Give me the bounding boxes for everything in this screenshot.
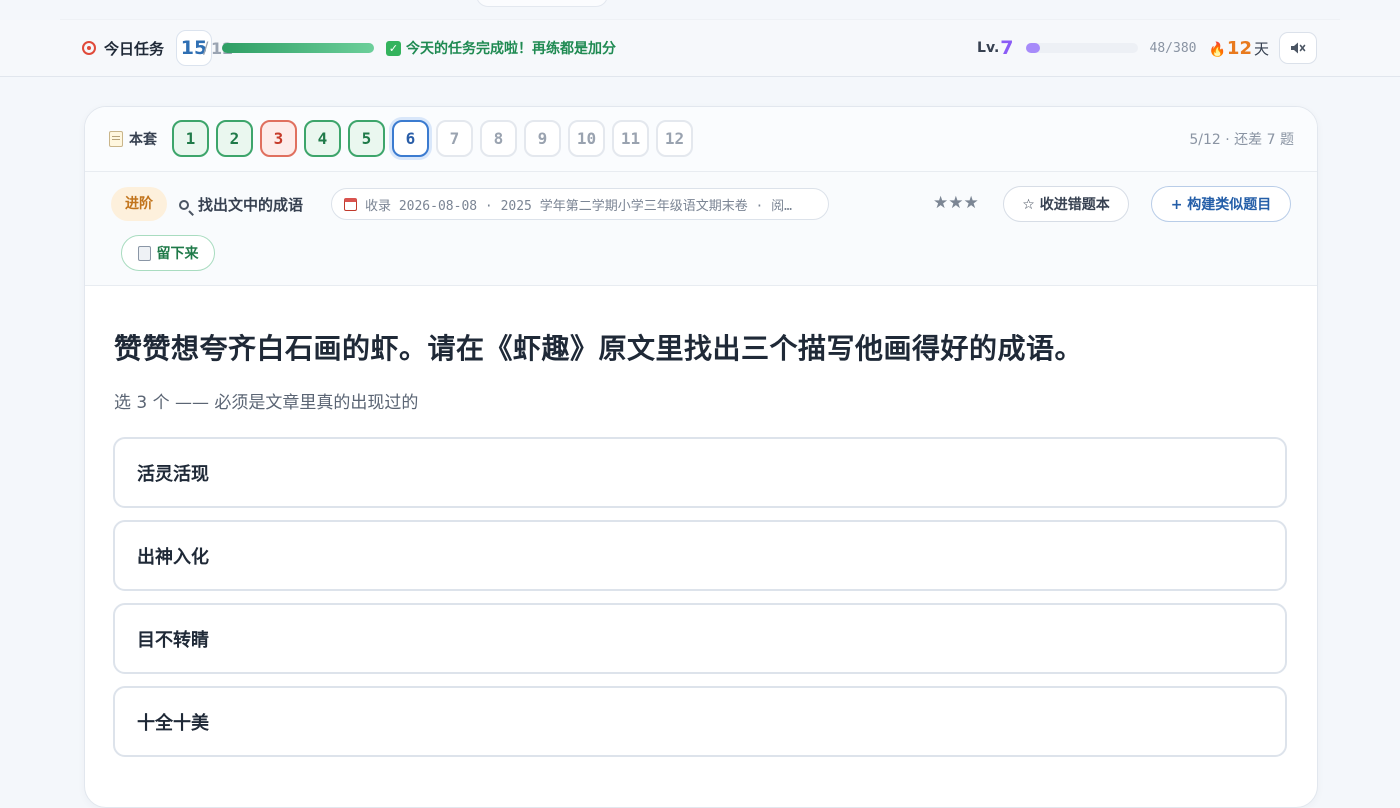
question-number-12[interactable]: 12 bbox=[656, 120, 693, 157]
streak: 🔥 12 天 bbox=[1208, 38, 1269, 59]
keep-button-label: 留下来 bbox=[156, 246, 199, 262]
search-icon bbox=[179, 199, 189, 210]
today-progress-fill bbox=[222, 43, 375, 53]
question-meta: 进阶 找出文中的成语 收录 2026-08-08 · 2025 学年第二学期小学… bbox=[85, 172, 1317, 286]
answer-option[interactable]: 十全十美 bbox=[113, 686, 1287, 757]
question-set-row: 本套 1 2 3 4 5 6 7 8 9 10 11 12 5/12 · 还差 7 题 bbox=[85, 107, 1317, 172]
question-number-10[interactable]: 10 bbox=[568, 120, 605, 157]
question-card: 本套 1 2 3 4 5 6 7 8 9 10 11 12 5/12 · 还差 7 题 进阶 找出文中… bbox=[84, 106, 1318, 808]
task-header: 今日任务 15 / 12 ✓ 今天的任务完成啦！再练都是加分 Lv. 7 48/… bbox=[0, 20, 1400, 77]
level-number: 7 bbox=[1000, 37, 1014, 59]
streak-unit: 天 bbox=[1253, 39, 1269, 58]
xp-progress-fill bbox=[1025, 43, 1040, 53]
question-number-11[interactable]: 11 bbox=[612, 120, 649, 157]
question-text: 赞赞想夸齐白石画的虾。请在《虾趣》原文里找出三个描写他画得好的成语。 bbox=[114, 332, 1084, 365]
question-number-8[interactable]: 8 bbox=[480, 120, 517, 157]
keep-button[interactable]: 留下来 bbox=[121, 235, 215, 271]
source-pill[interactable]: 收录 2026-08-08 · 2025 学年第二学期小学三年级语文期末卷 · … bbox=[331, 188, 829, 220]
xp-progress-bar bbox=[1025, 43, 1138, 53]
answer-options: 活灵活现出神入化目不转睛十全十美 bbox=[113, 437, 1287, 769]
sound-toggle-button[interactable] bbox=[1279, 32, 1317, 64]
speaker-muted-icon bbox=[1291, 42, 1306, 54]
answer-option[interactable]: 出神入化 bbox=[113, 520, 1287, 591]
question-number-7[interactable]: 7 bbox=[436, 120, 473, 157]
difficulty-tag: 进阶 bbox=[111, 187, 167, 221]
difficulty-stars: ★★★ bbox=[933, 193, 979, 213]
daily-task-group: 今日任务 15 / 12 ✓ 今天的任务完成啦！再练都是加分 bbox=[82, 20, 616, 76]
add-to-wrongbook-button[interactable]: ☆ 收进错题本 bbox=[1003, 186, 1129, 222]
answer-option[interactable]: 活灵活现 bbox=[113, 437, 1287, 508]
today-progress-bar bbox=[222, 43, 375, 53]
top-tab-remnant bbox=[476, 0, 608, 7]
memo-icon bbox=[109, 131, 123, 147]
question-number-3[interactable]: 3 bbox=[260, 120, 297, 157]
check-icon: ✓ bbox=[386, 40, 402, 56]
set-label: 本套 bbox=[109, 129, 157, 149]
count-slash: / bbox=[203, 38, 209, 57]
source-text: 收录 2026-08-08 · 2025 学年第二学期小学三年级语文期末卷 · … bbox=[365, 198, 793, 214]
fire-icon: 🔥 bbox=[1208, 41, 1226, 58]
question-number-1[interactable]: 1 bbox=[172, 120, 209, 157]
build-similar-button[interactable]: + 构建类似题目 bbox=[1151, 186, 1291, 222]
question-number-2[interactable]: 2 bbox=[216, 120, 253, 157]
xp-text: 48/380 bbox=[1149, 40, 1197, 56]
calendar-icon bbox=[344, 197, 357, 211]
level-label: Lv. bbox=[977, 40, 1000, 56]
set-label-text: 本套 bbox=[129, 132, 157, 148]
done-message: ✓ 今天的任务完成啦！再练都是加分 bbox=[386, 38, 616, 58]
notepad-icon bbox=[137, 245, 151, 261]
question-number-list: 1 2 3 4 5 6 7 8 9 10 11 12 bbox=[172, 120, 700, 157]
task-count-badge: 15 / 12 bbox=[176, 30, 233, 66]
level-group: Lv. 7 48/380 🔥 12 天 bbox=[977, 20, 1317, 76]
question-number-5[interactable]: 5 bbox=[348, 120, 385, 157]
question-number-9[interactable]: 9 bbox=[524, 120, 561, 157]
question-number-4[interactable]: 4 bbox=[304, 120, 341, 157]
set-progress-text: 5/12 · 还差 7 题 bbox=[1189, 132, 1294, 148]
target-icon bbox=[82, 41, 96, 55]
done-message-text: 今天的任务完成啦！再练都是加分 bbox=[406, 41, 617, 57]
topic-text: 找出文中的成语 bbox=[198, 196, 304, 214]
question-number-6[interactable]: 6 bbox=[392, 120, 429, 157]
topic: 找出文中的成语 bbox=[179, 194, 303, 215]
today-task-label: 今日任务 bbox=[104, 39, 165, 58]
streak-days: 12 bbox=[1226, 37, 1252, 59]
answer-option[interactable]: 目不转睛 bbox=[113, 603, 1287, 674]
question-hint: 选 3 个 —— 必须是文章里真的出现过的 bbox=[114, 393, 419, 413]
